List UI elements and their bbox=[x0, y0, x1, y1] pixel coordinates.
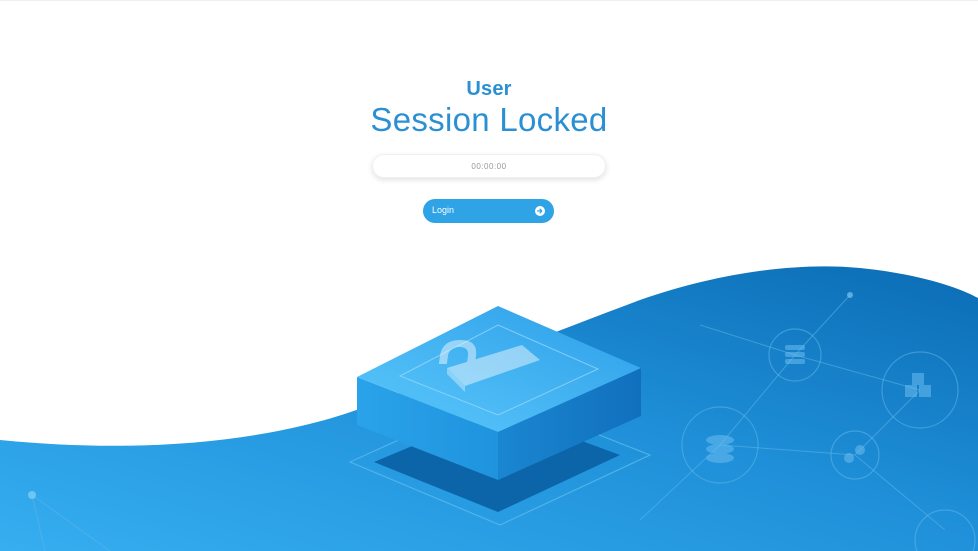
login-button[interactable]: Login bbox=[423, 199, 554, 223]
login-button-label: Login bbox=[432, 205, 455, 215]
network-dot bbox=[28, 491, 36, 499]
lock-screen-page: User Session Locked Login bbox=[0, 0, 978, 551]
stack-icon bbox=[785, 345, 805, 350]
user-name: User bbox=[466, 78, 512, 100]
page-title: Session Locked bbox=[370, 101, 608, 138]
link-icon bbox=[844, 453, 854, 463]
cubes-icon bbox=[905, 385, 917, 397]
arrow-circle-right-icon bbox=[535, 206, 545, 216]
session-timer-field[interactable] bbox=[372, 154, 606, 178]
login-panel: User Session Locked Login bbox=[0, 0, 978, 240]
session-timer-input[interactable] bbox=[373, 155, 605, 177]
database-icon bbox=[706, 435, 734, 445]
